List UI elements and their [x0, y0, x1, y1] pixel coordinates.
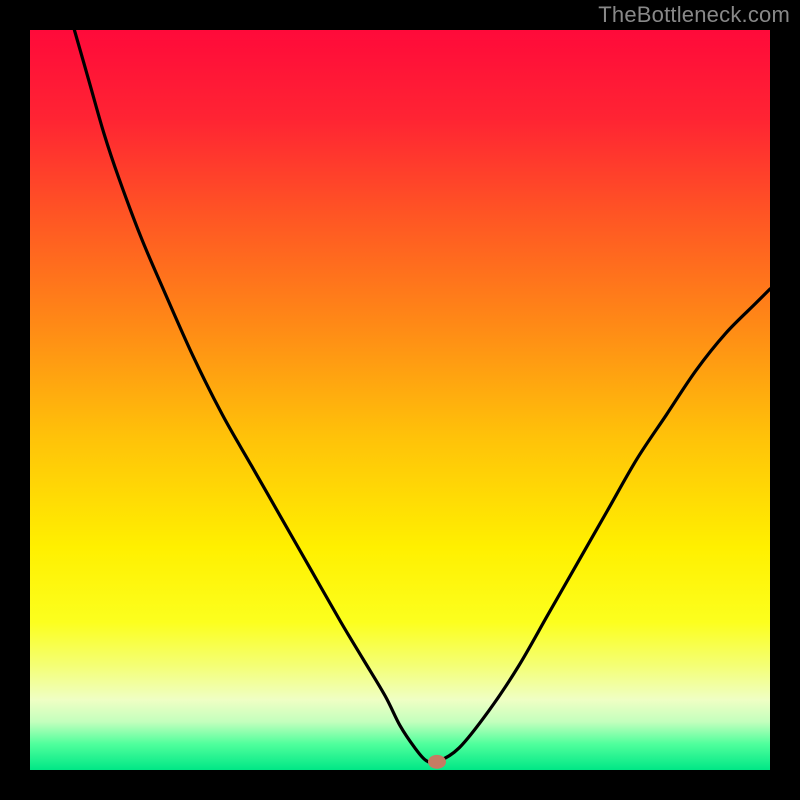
chart-frame: { "watermark": "TheBottleneck.com", "col…	[0, 0, 800, 800]
optimum-marker	[428, 755, 446, 769]
bottleneck-chart	[0, 0, 800, 800]
watermark-text: TheBottleneck.com	[598, 2, 790, 28]
plot-background	[30, 30, 770, 770]
